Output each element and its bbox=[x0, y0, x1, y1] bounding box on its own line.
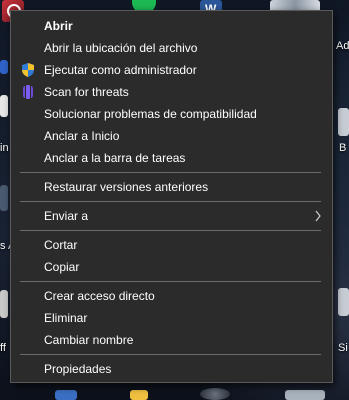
menu-item-anclar-inicio[interactable]: Anclar a Inicio bbox=[11, 125, 332, 147]
desktop-image-icon[interactable] bbox=[338, 288, 349, 316]
menu-item-anclar-barra-tareas[interactable]: Anclar a la barra de tareas bbox=[11, 147, 332, 169]
desktop-icon-label: Ad bbox=[336, 40, 349, 52]
desktop-image-icon[interactable] bbox=[0, 290, 8, 318]
chevron-right-icon bbox=[313, 205, 323, 227]
menu-item-label: Cambiar nombre bbox=[44, 333, 134, 347]
menu-item-restaurar-versiones[interactable]: Restaurar versiones anteriores bbox=[11, 176, 332, 198]
menu-item-abrir[interactable]: Abrir bbox=[11, 15, 332, 37]
desktop-file-icon[interactable] bbox=[0, 60, 8, 74]
menu-item-label: Enviar a bbox=[44, 209, 89, 223]
desktop-icon-label: ff bbox=[0, 342, 6, 354]
menu-separator bbox=[20, 354, 321, 355]
menu-item-label: Eliminar bbox=[44, 311, 88, 325]
uac-shield-icon bbox=[20, 62, 36, 78]
menu-separator bbox=[20, 201, 321, 202]
menu-separator bbox=[20, 281, 321, 282]
desktop-icon-label: B bbox=[339, 142, 347, 154]
menu-item-abrir-ubicacion[interactable]: Abrir la ubicación del archivo bbox=[11, 37, 332, 59]
menu-item-scan-for-threats[interactable]: Scan for threats bbox=[11, 81, 332, 103]
menu-item-enviar-a[interactable]: Enviar a bbox=[11, 205, 332, 227]
desktop-file-icon[interactable] bbox=[0, 185, 8, 211]
desktop-folder-icon[interactable] bbox=[130, 390, 148, 400]
desktop-app-icon[interactable] bbox=[200, 388, 230, 400]
menu-item-copiar[interactable]: Copiar bbox=[11, 256, 332, 278]
menu-item-solucionar-compatibilidad[interactable]: Solucionar problemas de compatibilidad bbox=[11, 103, 332, 125]
desktop-image-icon[interactable] bbox=[338, 108, 349, 136]
menu-item-crear-acceso-directo[interactable]: Crear acceso directo bbox=[11, 285, 332, 307]
menu-item-label: Restaurar versiones anteriores bbox=[44, 180, 209, 194]
menu-item-label: Copiar bbox=[44, 260, 80, 274]
menu-item-label: Propiedades bbox=[44, 362, 112, 376]
menu-item-label: Abrir bbox=[44, 19, 73, 33]
menu-item-label: Crear acceso directo bbox=[44, 289, 155, 303]
menu-item-label: Solucionar problemas de compatibilidad bbox=[44, 107, 257, 121]
menu-item-label: Anclar a la barra de tareas bbox=[44, 151, 186, 165]
menu-item-ejecutar-como-administrador[interactable]: Ejecutar como administrador bbox=[11, 59, 332, 81]
menu-separator bbox=[20, 230, 321, 231]
menu-item-label: Scan for threats bbox=[44, 85, 129, 99]
menu-item-label: Cortar bbox=[44, 238, 78, 252]
menu-item-cambiar-nombre[interactable]: Cambiar nombre bbox=[11, 329, 332, 351]
desktop-image-icon[interactable] bbox=[285, 390, 325, 400]
desktop-icon-label: in bbox=[0, 142, 9, 154]
desktop-file-icon[interactable] bbox=[55, 390, 77, 400]
menu-item-label: Abrir la ubicación del archivo bbox=[44, 41, 198, 55]
menu-separator bbox=[20, 172, 321, 173]
antivirus-scan-icon bbox=[20, 84, 36, 100]
context-menu: Abrir Abrir la ubicación del archivo Eje… bbox=[10, 10, 333, 383]
menu-item-propiedades[interactable]: Propiedades bbox=[11, 358, 332, 380]
desktop-document-icon[interactable] bbox=[0, 95, 8, 117]
menu-item-eliminar[interactable]: Eliminar bbox=[11, 307, 332, 329]
desktop-icon-label: Si bbox=[338, 342, 348, 354]
menu-item-label: Anclar a Inicio bbox=[44, 129, 120, 143]
menu-item-cortar[interactable]: Cortar bbox=[11, 234, 332, 256]
menu-item-label: Ejecutar como administrador bbox=[44, 63, 197, 77]
